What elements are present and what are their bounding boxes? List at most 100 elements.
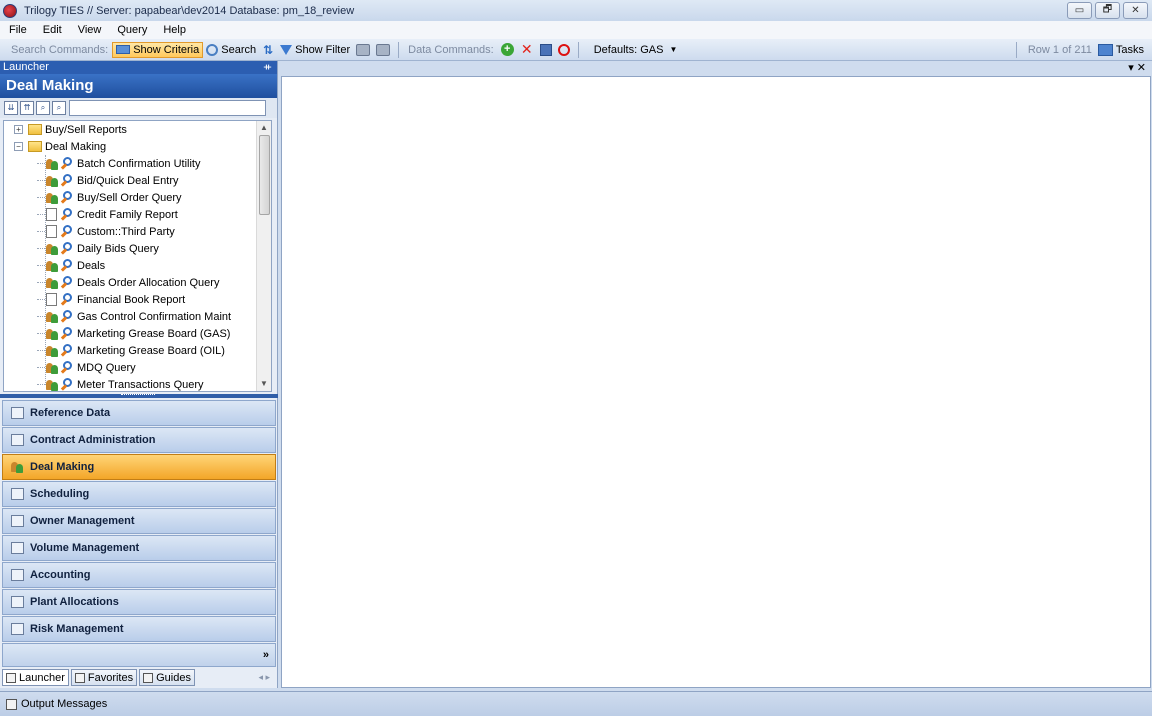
tree-scrollbar[interactable]: ▲ ▼	[256, 121, 271, 391]
nav-owner-management[interactable]: Owner Management	[2, 508, 276, 534]
tree-item[interactable]: Financial Book Report	[43, 291, 185, 308]
tab-guides[interactable]: Guides	[139, 669, 195, 686]
nav-deal-making[interactable]: Deal Making	[2, 454, 276, 480]
tab-scroll-arrows[interactable]: ◂ ▸	[258, 669, 276, 687]
nav-risk-management[interactable]: Risk Management	[2, 616, 276, 642]
sort-button[interactable]: ⇅	[259, 42, 277, 58]
tree-item[interactable]: Meter Transactions Query	[45, 376, 204, 391]
toolbar-right: Row 1 of 211 Tasks	[1011, 42, 1144, 58]
tree-item-label: Buy/Sell Order Query	[77, 191, 182, 204]
menu-edit[interactable]: Edit	[35, 24, 70, 36]
menu-file[interactable]: File	[0, 24, 35, 36]
tab-launcher[interactable]: Launcher	[2, 669, 69, 686]
minimize-button[interactable]: ▭	[1067, 2, 1092, 19]
tree-folder[interactable]: + Buy/Sell Reports	[14, 121, 127, 138]
tree-folder[interactable]: − Deal Making	[14, 138, 106, 155]
show-criteria-button[interactable]: Show Criteria	[112, 41, 204, 58]
tree-item-label: Deals Order Allocation Query	[77, 276, 220, 289]
nav-label: Owner Management	[30, 515, 135, 527]
document-icon	[46, 225, 57, 238]
collapse-all-button[interactable]: ⇈	[20, 101, 34, 115]
add-record-button[interactable]: +	[498, 42, 517, 57]
tree-item-label: Marketing Grease Board (GAS)	[77, 327, 231, 340]
print-button[interactable]	[373, 43, 393, 57]
print-icon	[376, 43, 391, 56]
folder-icon	[28, 124, 42, 135]
guides-tab-icon	[143, 672, 154, 683]
find-button[interactable]: ⌕	[36, 101, 50, 115]
window-controls: ▭ 🗗 ✕	[1067, 2, 1148, 19]
favorites-tab-icon	[74, 672, 85, 683]
launcher-search-input[interactable]	[69, 100, 266, 116]
show-filter-button[interactable]: Show Filter	[277, 43, 353, 57]
close-window-button[interactable]: ✕	[1123, 2, 1148, 19]
chevron-more-icon[interactable]: »	[263, 649, 269, 661]
app-logo-icon	[3, 3, 17, 18]
scroll-thumb[interactable]	[259, 135, 270, 215]
nav-label: Risk Management	[30, 623, 124, 635]
search-commands-label: Search Commands:	[11, 43, 109, 56]
scroll-up-icon[interactable]: ▲	[257, 121, 271, 135]
query-icon	[61, 242, 74, 255]
collapse-icon[interactable]: −	[14, 142, 23, 151]
document-controls[interactable]: ▾ ✕	[1128, 61, 1146, 74]
nav-contract-administration[interactable]: Contract Administration	[2, 427, 276, 453]
people-icon	[45, 310, 60, 323]
defaults-dropdown[interactable]: Defaults: GAS ▼	[584, 43, 681, 57]
launcher-panel: Launcher ᚑ Deal Making ⇊ ⇈ ⌕ ⌕ + Buy/Sel…	[0, 61, 278, 688]
tree-item-label: Batch Confirmation Utility	[77, 157, 201, 170]
nav-overflow[interactable]: »	[2, 643, 276, 667]
splitter-grip[interactable]	[121, 394, 155, 397]
document-content[interactable]	[281, 76, 1151, 688]
tree-item[interactable]: Marketing Grease Board (OIL)	[45, 342, 225, 359]
tree-item[interactable]: Daily Bids Query	[45, 240, 159, 257]
tree-item[interactable]: Bid/Quick Deal Entry	[45, 172, 178, 189]
panel-splitter[interactable]	[0, 394, 278, 398]
print-preview-button[interactable]	[353, 43, 373, 57]
tree-item[interactable]: Marketing Grease Board (GAS)	[45, 325, 230, 342]
save-button[interactable]	[537, 43, 555, 57]
cancel-changes-button[interactable]	[555, 43, 573, 57]
output-messages-tab[interactable]: Output Messages	[6, 698, 107, 710]
search-button[interactable]: Search	[203, 43, 259, 57]
query-icon	[61, 293, 74, 306]
menu-view[interactable]: View	[70, 24, 110, 36]
menu-bar: File Edit View Query Help	[0, 21, 1152, 39]
scroll-down-icon[interactable]: ▼	[257, 377, 271, 391]
nav-volume-management[interactable]: Volume Management	[2, 535, 276, 561]
pin-icon[interactable]: ᚑ	[264, 61, 271, 74]
tasks-button[interactable]: Tasks	[1097, 44, 1144, 56]
tree-item-label: Financial Book Report	[77, 293, 186, 306]
row-count: Row 1 of 211	[1027, 44, 1092, 56]
tab-favorites[interactable]: Favorites	[70, 669, 138, 686]
document-header: ▾ ✕	[279, 61, 1152, 76]
nav-label: Accounting	[30, 569, 91, 581]
window-title: Trilogy TIES // Server: papabear\dev2014…	[24, 4, 355, 17]
query-icon	[61, 191, 74, 204]
restore-button[interactable]: 🗗	[1095, 2, 1120, 19]
tree-item[interactable]: Credit Family Report	[43, 206, 178, 223]
nav-plant-allocations[interactable]: Plant Allocations	[2, 589, 276, 615]
toolbar-separator	[398, 41, 400, 58]
expand-all-button[interactable]: ⇊	[4, 101, 18, 115]
nav-accounting[interactable]: Accounting	[2, 562, 276, 588]
delete-record-button[interactable]: ✕	[517, 40, 537, 59]
tree-item[interactable]: Gas Control Confirmation Maint	[45, 308, 231, 325]
nav-label: Deal Making	[30, 461, 95, 473]
tree-item[interactable]: Buy/Sell Order Query	[45, 189, 182, 206]
tree-item[interactable]: Deals Order Allocation Query	[45, 274, 219, 291]
people-icon	[11, 461, 24, 473]
tree-item[interactable]: Batch Confirmation Utility	[45, 155, 201, 172]
tree-item[interactable]: Deals	[45, 257, 105, 274]
launcher-header: Launcher ᚑ	[0, 61, 277, 74]
menu-query[interactable]: Query	[109, 24, 155, 36]
nav-reference-data[interactable]: Reference Data	[2, 400, 276, 426]
menu-help[interactable]: Help	[155, 24, 194, 36]
find-next-button[interactable]: ⌕	[52, 101, 66, 115]
document-icon	[46, 208, 57, 221]
launcher-tab-icon	[6, 672, 16, 683]
expand-icon[interactable]: +	[14, 125, 23, 134]
tree-item[interactable]: MDQ Query	[45, 359, 136, 376]
tree-item[interactable]: Custom::Third Party	[43, 223, 175, 240]
nav-scheduling[interactable]: Scheduling	[2, 481, 276, 507]
